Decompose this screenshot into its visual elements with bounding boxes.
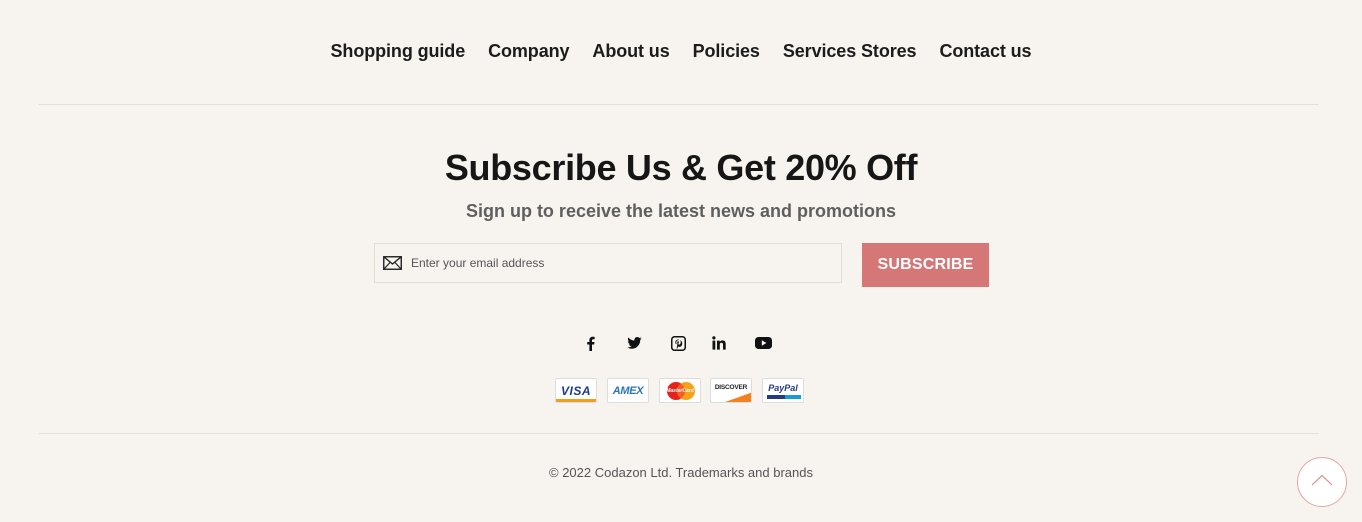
paypal-card-icon: PayPal [762, 378, 804, 403]
copyright-text: © 2022 Codazon Ltd. Trademarks and brand… [549, 465, 813, 480]
nav-link-policies[interactable]: Policies [693, 38, 760, 64]
discover-card-icon: DISCOVER [710, 378, 752, 403]
amex-card-icon: AMEX [607, 378, 649, 403]
newsletter-title: Subscribe Us & Get 20% Off [444, 147, 918, 188]
top-divider [39, 104, 1319, 105]
linkedin-icon[interactable] [709, 333, 729, 353]
mastercard-icon: MasterCard [659, 378, 701, 403]
pinterest-icon[interactable] [668, 333, 688, 353]
nav-link-company[interactable]: Company [488, 38, 569, 64]
bottom-divider [39, 433, 1319, 434]
payment-methods: VISA AMEX MasterCard DISCOVER PayPal [555, 378, 805, 403]
footer-nav: Shopping guide Company About us Policies… [0, 38, 1362, 64]
social-links [577, 333, 777, 353]
nav-link-services-stores[interactable]: Services Stores [783, 38, 917, 64]
facebook-icon[interactable] [580, 333, 600, 353]
nav-link-contact-us[interactable]: Contact us [939, 38, 1031, 64]
youtube-icon[interactable] [753, 333, 773, 353]
email-field-wrapper [374, 243, 842, 283]
back-to-top-button[interactable] [1297, 457, 1347, 507]
twitter-icon[interactable] [624, 333, 644, 353]
nav-link-shopping-guide[interactable]: Shopping guide [331, 38, 466, 64]
email-input[interactable] [411, 248, 831, 278]
chevron-up-icon [1311, 473, 1333, 491]
site-footer: Shopping guide Company About us Policies… [0, 0, 1362, 522]
nav-link-about-us[interactable]: About us [592, 38, 669, 64]
visa-card-icon: VISA [555, 378, 597, 403]
envelope-icon [383, 256, 403, 270]
subscribe-button[interactable]: SUBSCRIBE [862, 243, 989, 287]
newsletter-subtitle: Sign up to receive the latest news and p… [465, 201, 897, 221]
